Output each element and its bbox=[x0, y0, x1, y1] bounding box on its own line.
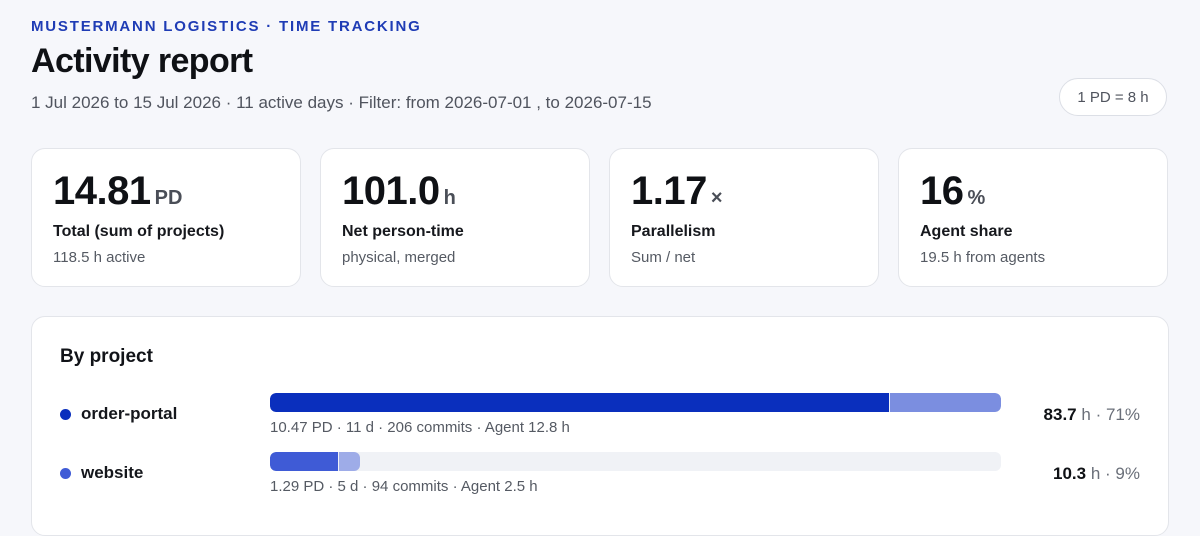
stat-unit: PD bbox=[154, 187, 183, 209]
stat-unit: h bbox=[443, 187, 456, 209]
stat-value: 1.17 × bbox=[631, 169, 723, 214]
stat-label: Parallelism bbox=[631, 223, 716, 240]
project-share: · 9% bbox=[1105, 464, 1140, 483]
stat-label: Net person-time bbox=[342, 223, 464, 240]
stat-value: 14.81 PD bbox=[53, 169, 182, 214]
project-share: · 71% bbox=[1095, 405, 1140, 424]
project-name: website bbox=[81, 463, 144, 482]
stat-subtext: 118.5 h active bbox=[53, 249, 146, 266]
project-hours: 10.3 bbox=[1053, 464, 1087, 483]
project-hours: 83.7 bbox=[1043, 405, 1077, 424]
pd-conversion-badge[interactable]: 1 PD = 8 h bbox=[1059, 78, 1167, 116]
project-hours-unit: h bbox=[1090, 464, 1101, 483]
stat-number: 16 bbox=[920, 169, 964, 213]
project-bar-agent bbox=[339, 452, 360, 471]
stat-card-agent-share: 16% Agent share 19.5 h from agents bbox=[898, 148, 1168, 287]
stat-unit: × bbox=[710, 187, 723, 209]
stat-subtext: 19.5 h from agents bbox=[920, 249, 1046, 266]
stat-label: Total (sum of projects) bbox=[53, 223, 225, 240]
stat-subtext: physical, merged bbox=[342, 249, 456, 266]
project-row-order-portal[interactable]: order-portal 10.47 PD · 11 d · 206 commi… bbox=[32, 393, 1168, 453]
project-row-website[interactable]: website 1.29 PD · 5 d · 94 commits · Age… bbox=[32, 452, 1168, 512]
project-meta: 1.29 PD · 5 d · 94 commits · Agent 2.5 h bbox=[270, 478, 538, 495]
by-project-panel: By project order-portal 10.47 PD · 11 d … bbox=[31, 316, 1169, 536]
project-total: 10.3 h · 9% bbox=[1053, 464, 1140, 484]
stat-unit: % bbox=[967, 187, 986, 209]
project-bar-track bbox=[270, 452, 1001, 471]
stat-value: 16% bbox=[920, 169, 985, 214]
stat-card-total: 14.81 PD Total (sum of projects) 118.5 h … bbox=[31, 148, 301, 287]
project-name: order-portal bbox=[81, 404, 178, 423]
report-subtitle: 1 Jul 2026 to 15 Jul 2026 · 11 active da… bbox=[31, 93, 652, 112]
project-hours-unit: h bbox=[1081, 405, 1091, 424]
project-color-dot bbox=[60, 468, 71, 479]
stat-value: 101.0 h bbox=[342, 169, 456, 214]
project-bar-track bbox=[270, 393, 1001, 412]
stat-label: Agent share bbox=[920, 223, 1013, 240]
project-meta: 10.47 PD · 11 d · 206 commits · Agent 12… bbox=[270, 419, 570, 436]
stat-number: 1.17 bbox=[631, 169, 707, 213]
project-color-dot bbox=[60, 409, 71, 420]
stat-subtext: Sum / net bbox=[631, 249, 696, 266]
project-bar-agent bbox=[890, 393, 1001, 412]
project-total: 83.7 h · 71% bbox=[1044, 405, 1140, 425]
project-bar-fill bbox=[270, 393, 890, 412]
project-bar-fill bbox=[270, 452, 339, 471]
stat-card-net-time: 101.0 h Net person-time physical, merged bbox=[320, 148, 590, 287]
report-eyebrow: MUSTERMANN LOGISTICS · TIME TRACKING bbox=[31, 18, 422, 35]
page-title: Activity report bbox=[31, 42, 253, 80]
stat-number: 14.81 bbox=[53, 169, 151, 213]
stat-number: 101.0 bbox=[342, 169, 440, 213]
section-title: By project bbox=[60, 346, 153, 367]
stat-card-parallelism: 1.17 × Parallelism Sum / net bbox=[609, 148, 879, 287]
